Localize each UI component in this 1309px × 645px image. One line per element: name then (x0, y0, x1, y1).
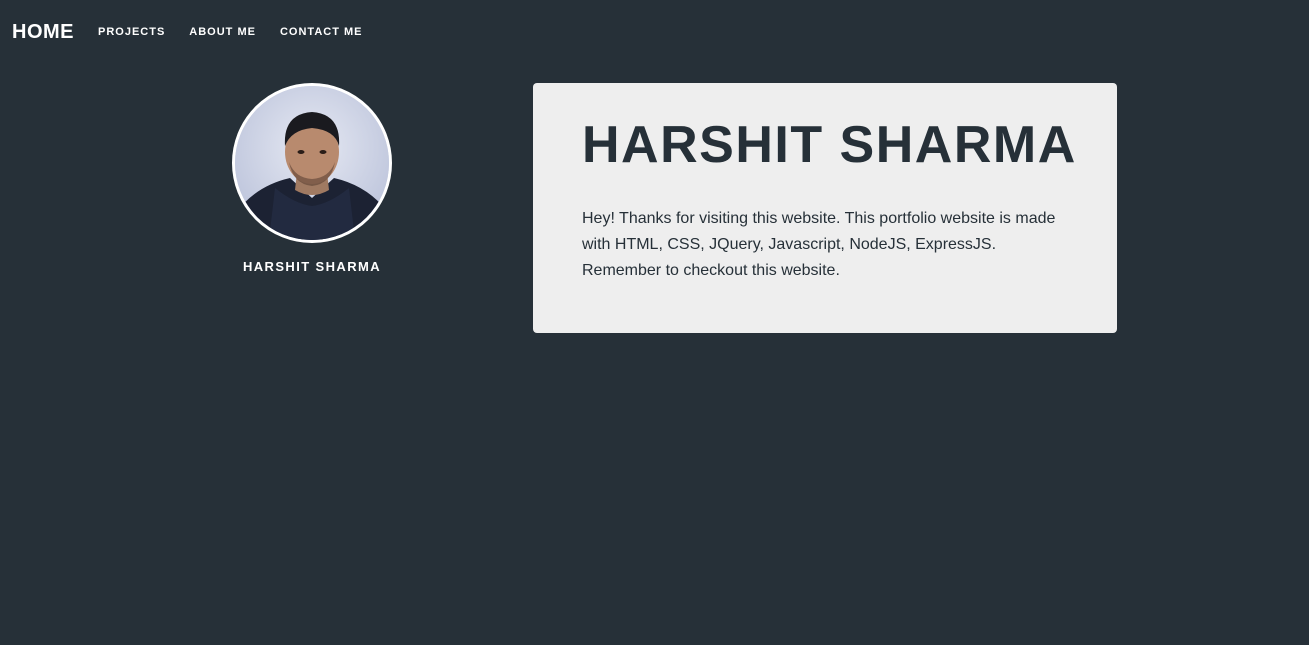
card-description: Hey! Thanks for visiting this website. T… (582, 210, 1056, 279)
card-title: HARSHIT SHARMA (582, 116, 1077, 174)
page: HOME PROJECTS ABOUT ME CONTACT ME HARSHI… (0, 0, 1309, 645)
nav-home-link[interactable]: HOME (12, 21, 74, 44)
nav-projects-link[interactable]: PROJECTS (98, 26, 165, 38)
profile-photo-icon (235, 86, 389, 240)
nav-about-link[interactable]: ABOUT ME (189, 26, 256, 38)
profile-name: HARSHIT SHARMA (242, 259, 382, 274)
navbar: HOME PROJECTS ABOUT ME CONTACT ME (0, 0, 386, 64)
profile-section: HARSHIT SHARMA (230, 83, 394, 274)
nav-contact-link[interactable]: CONTACT ME (280, 26, 363, 38)
avatar (232, 83, 392, 243)
intro-card: HARSHIT SHARMA Hey! Thanks for visiting … (533, 83, 1117, 333)
